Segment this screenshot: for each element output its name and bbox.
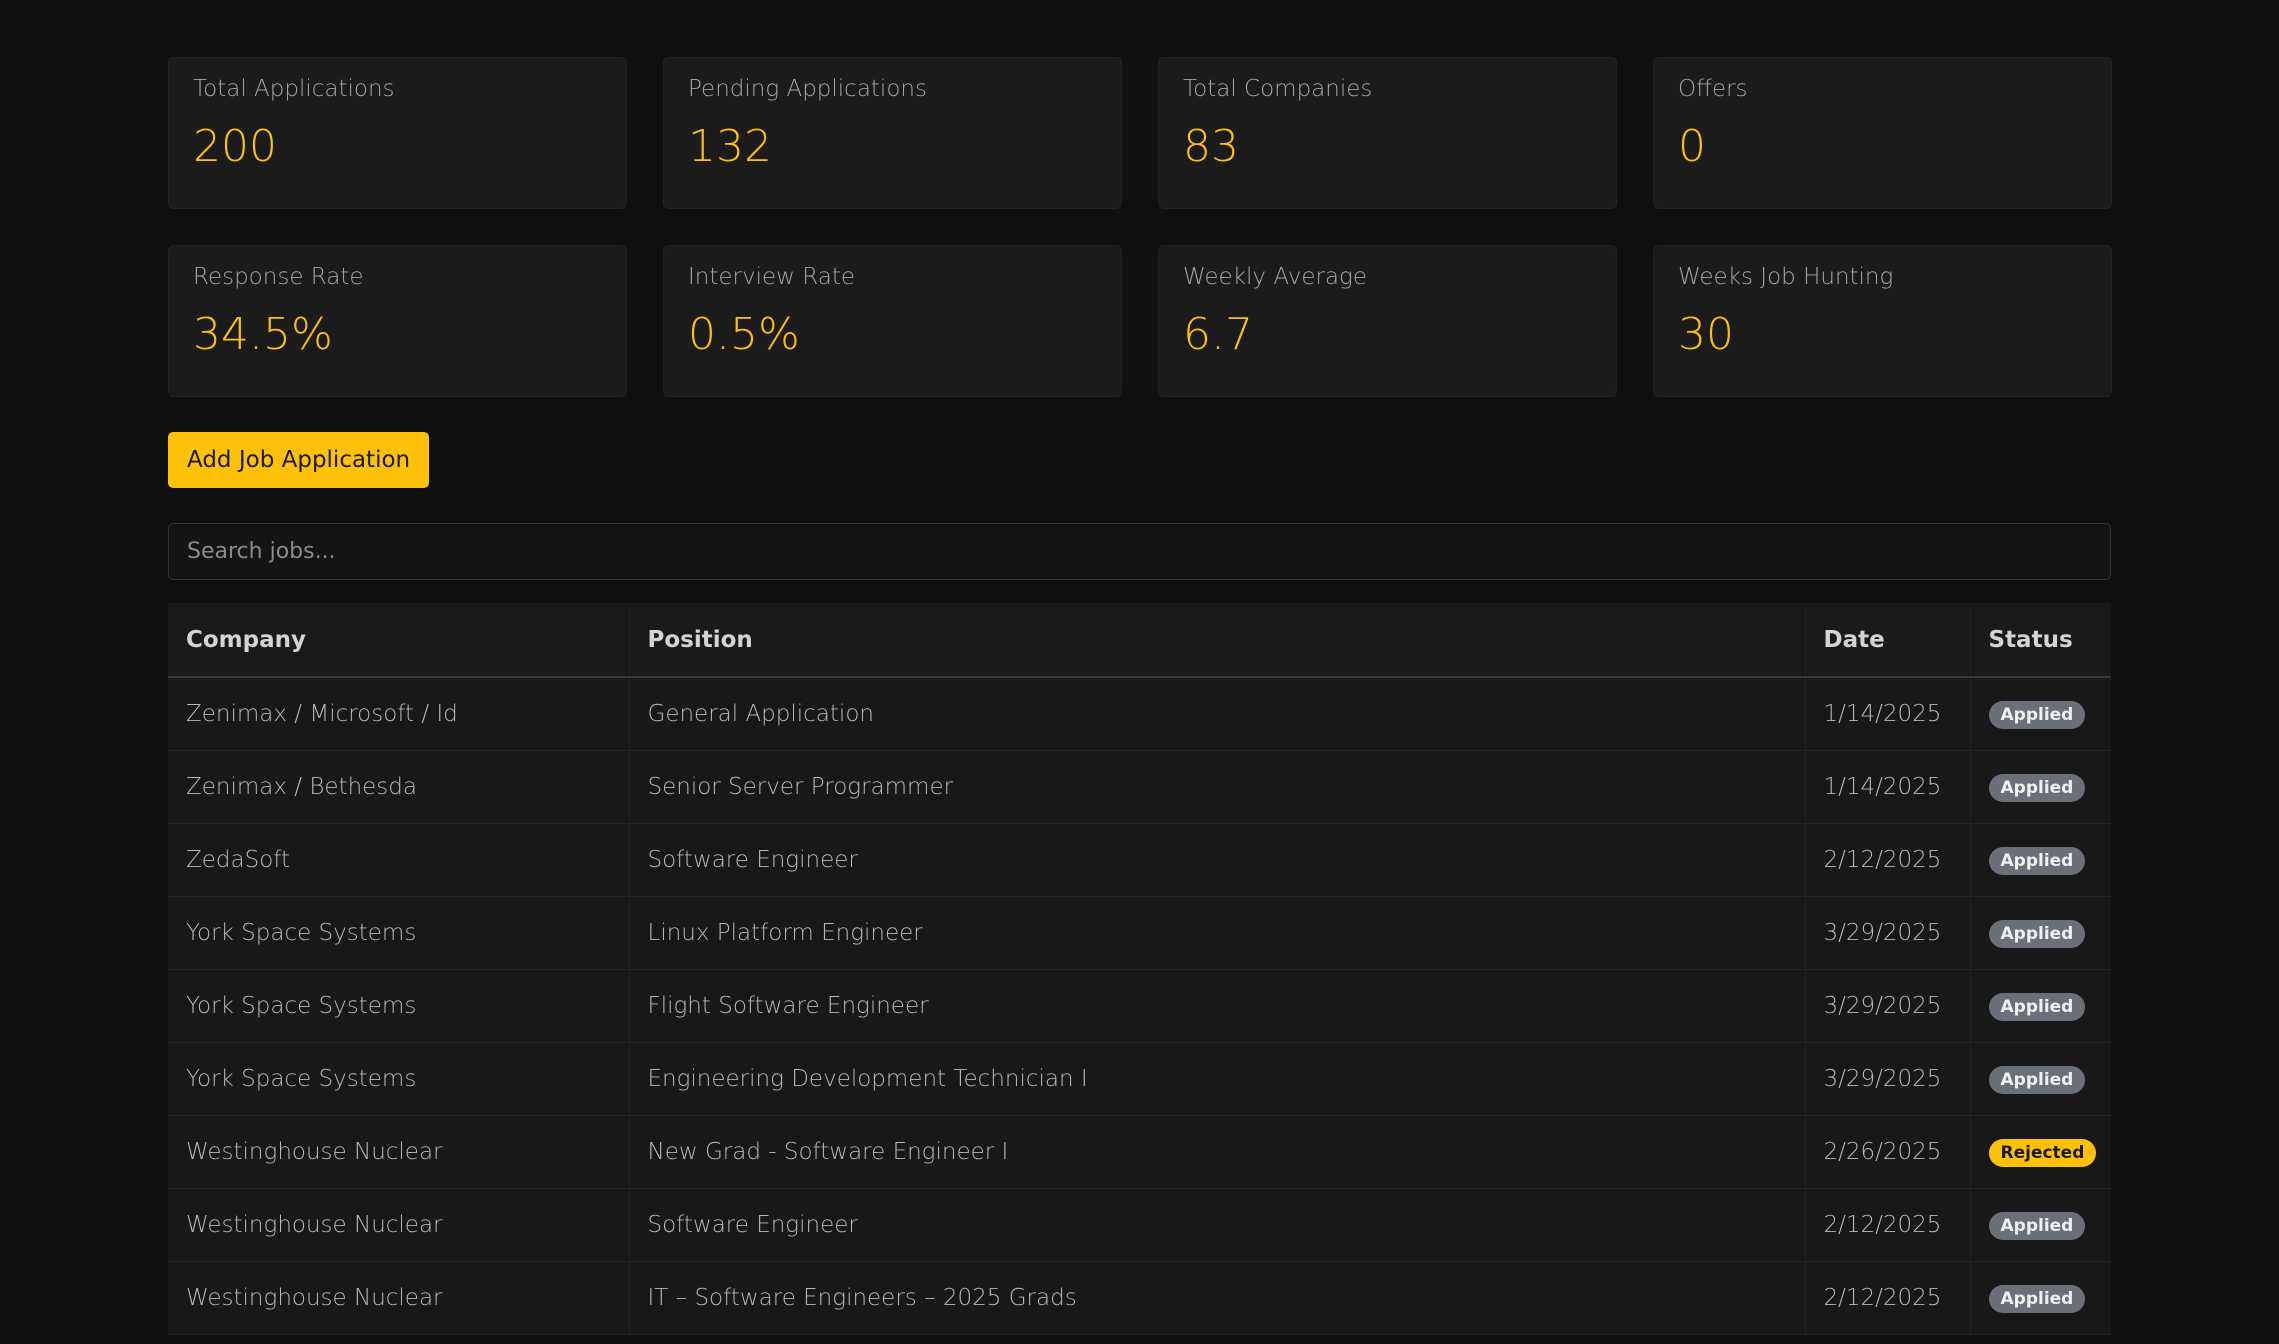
table-row[interactable]: York Space Systems Engineering Developmen… [168, 1042, 2111, 1116]
dashboard: Total Applications 200 Pending Applicati… [168, 57, 2112, 1335]
date-cell: 3/29/2025 [1804, 896, 1970, 970]
stat-label: Weekly Average [1183, 264, 1367, 290]
position-cell: IT – Software Engineers – 2025 Grads [628, 1261, 1805, 1335]
date-cell: 2/12/2025 [1804, 1188, 1970, 1262]
date-cell: 2/12/2025 [1804, 823, 1970, 897]
position-cell: Engineering Development Technician I [628, 1042, 1805, 1116]
stat-value: 0.5% [688, 309, 800, 360]
company-cell: ZedaSoft [168, 823, 629, 897]
column-header-position[interactable]: Position [628, 603, 1805, 678]
column-header-company[interactable]: Company [168, 603, 629, 678]
status-badge: Applied [1988, 1211, 2086, 1240]
status-badge: Applied [1988, 919, 2086, 948]
table-row[interactable]: Zenimax / Microsoft / Id General Applicat… [168, 677, 2111, 751]
search-box [168, 523, 2111, 580]
position-cell: Flight Software Engineer [628, 969, 1805, 1043]
stat-label: Total Applications [193, 76, 395, 102]
page: Total Applications 200 Pending Applicati… [0, 0, 2279, 1344]
table-row[interactable]: York Space Systems Flight Software Engine… [168, 969, 2111, 1043]
stat-value: 0 [1678, 121, 1706, 172]
table-row[interactable]: York Space Systems Linux Platform Enginee… [168, 896, 2111, 970]
table-row[interactable]: Westinghouse Nuclear New Grad - Software … [168, 1115, 2111, 1189]
search-input[interactable] [169, 524, 2110, 579]
status-badge: Applied [1988, 846, 2086, 875]
status-cell: Applied [1969, 677, 2111, 751]
status-badge: Applied [1988, 700, 2086, 729]
stat-label: Pending Applications [688, 76, 927, 102]
status-cell: Applied [1969, 1042, 2111, 1116]
company-cell: Westinghouse Nuclear [168, 1188, 629, 1262]
status-cell: Applied [1969, 1261, 2111, 1335]
stat-label: Response Rate [193, 264, 364, 290]
add-job-application-button[interactable]: Add Job Application [168, 432, 430, 488]
company-cell: York Space Systems [168, 896, 629, 970]
stat-label: Interview Rate [688, 264, 855, 290]
stat-card-interview-rate: Interview Rate 0.5% [663, 245, 1122, 397]
stat-value: 132 [688, 121, 772, 172]
stat-card-total-companies: Total Companies 83 [1158, 57, 1617, 209]
table-row[interactable]: Westinghouse Nuclear IT – Software Engine… [168, 1261, 2111, 1335]
stat-value: 34.5% [193, 309, 333, 360]
table-header-row: Company Position Date Status [168, 603, 2111, 678]
stat-value: 30 [1678, 309, 1734, 360]
position-cell: Linux Platform Engineer [628, 896, 1805, 970]
stat-value: 6.7 [1183, 309, 1253, 360]
status-cell: Applied [1969, 823, 2111, 897]
date-cell: 2/12/2025 [1804, 1261, 1970, 1335]
stat-label: Offers [1678, 76, 1748, 102]
company-cell: York Space Systems [168, 1042, 629, 1116]
stat-card-weeks-job-hunting: Weeks Job Hunting 30 [1653, 245, 2112, 397]
status-badge: Applied [1988, 1065, 2086, 1094]
table-row[interactable]: Zenimax / Bethesda Senior Server Programm… [168, 750, 2111, 824]
company-cell: Zenimax / Bethesda [168, 750, 629, 824]
status-badge: Applied [1988, 773, 2086, 802]
company-cell: Westinghouse Nuclear [168, 1261, 629, 1335]
stat-card-total-applications: Total Applications 200 [168, 57, 627, 209]
stat-card-weekly-average: Weekly Average 6.7 [1158, 245, 1617, 397]
column-header-date[interactable]: Date [1804, 603, 1970, 678]
column-header-status[interactable]: Status [1969, 603, 2111, 678]
company-cell: Zenimax / Microsoft / Id [168, 677, 629, 751]
date-cell: 3/29/2025 [1804, 969, 1970, 1043]
status-badge: Applied [1988, 992, 2086, 1021]
date-cell: 1/14/2025 [1804, 677, 1970, 751]
jobs-table-body: Zenimax / Microsoft / Id General Applicat… [168, 677, 2111, 1335]
position-cell: General Application [628, 677, 1805, 751]
status-cell: Applied [1969, 750, 2111, 824]
status-cell: Rejected [1969, 1115, 2111, 1189]
status-badge: Rejected [1988, 1138, 2097, 1167]
date-cell: 1/14/2025 [1804, 750, 1970, 824]
table-row[interactable]: Westinghouse Nuclear Software Engineer 2/1… [168, 1188, 2111, 1262]
status-cell: Applied [1969, 1188, 2111, 1262]
status-badge: Applied [1988, 1284, 2086, 1313]
company-cell: York Space Systems [168, 969, 629, 1043]
stats-row-1: Total Applications 200 Pending Applicati… [168, 57, 2112, 209]
company-cell: Westinghouse Nuclear [168, 1115, 629, 1189]
position-cell: Senior Server Programmer [628, 750, 1805, 824]
stat-label: Weeks Job Hunting [1678, 264, 1894, 290]
jobs-table: Company Position Date Status Zenimax / M… [168, 603, 2111, 1335]
position-cell: Software Engineer [628, 1188, 1805, 1262]
position-cell: Software Engineer [628, 823, 1805, 897]
stat-value: 83 [1183, 121, 1239, 172]
status-cell: Applied [1969, 969, 2111, 1043]
stat-card-pending-applications: Pending Applications 132 [663, 57, 1122, 209]
stat-value: 200 [193, 121, 277, 172]
position-cell: New Grad - Software Engineer I [628, 1115, 1805, 1189]
date-cell: 3/29/2025 [1804, 1042, 1970, 1116]
stat-label: Total Companies [1183, 76, 1373, 102]
status-cell: Applied [1969, 896, 2111, 970]
stat-card-offers: Offers 0 [1653, 57, 2112, 209]
table-row[interactable]: ZedaSoft Software Engineer 2/12/2025 Applie… [168, 823, 2111, 897]
date-cell: 2/26/2025 [1804, 1115, 1970, 1189]
stat-card-response-rate: Response Rate 34.5% [168, 245, 627, 397]
stats-row-2: Response Rate 34.5% Interview Rate 0.5% … [168, 245, 2112, 397]
